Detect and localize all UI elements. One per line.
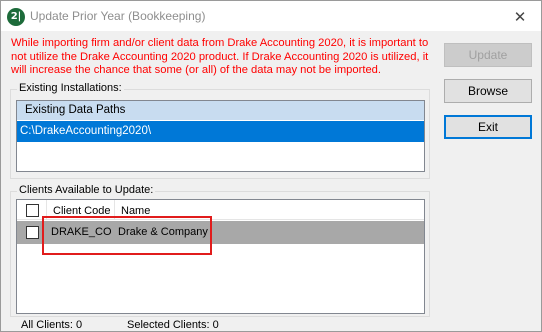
annotation-highlight-box [42,216,212,255]
selected-clients-count: Selected Clients: 0 [127,319,219,331]
data-paths-column-header[interactable]: Existing Data Paths [17,101,424,120]
client-checkbox[interactable] [26,226,39,239]
window-title: Update Prior Year (Bookkeeping) [30,9,206,23]
drake-app-icon: 2| [7,8,25,26]
close-icon[interactable]: ✕ [508,9,532,25]
installations-label: Existing Installations: [17,82,124,94]
warning-message: While importing firm and/or client data … [11,37,429,77]
exit-button[interactable]: Exit [444,115,532,139]
data-paths-header-label: Existing Data Paths [25,104,126,116]
update-prior-year-dialog: 2| Update Prior Year (Bookkeeping) ✕ Whi… [0,0,542,332]
select-all-checkbox[interactable] [26,204,39,217]
browse-button[interactable]: Browse [444,79,532,103]
all-clients-count: All Clients: 0 [21,319,83,331]
data-path-row[interactable]: C:\DrakeAccounting2020\ [17,121,424,142]
data-path-value: C:\DrakeAccounting2020\ [20,125,152,137]
data-paths-list[interactable]: Existing Data Paths C:\DrakeAccounting20… [16,100,425,172]
update-button[interactable]: Update [444,43,532,67]
title-bar: 2| Update Prior Year (Bookkeeping) ✕ [1,1,541,31]
clients-label: Clients Available to Update: [17,184,156,196]
